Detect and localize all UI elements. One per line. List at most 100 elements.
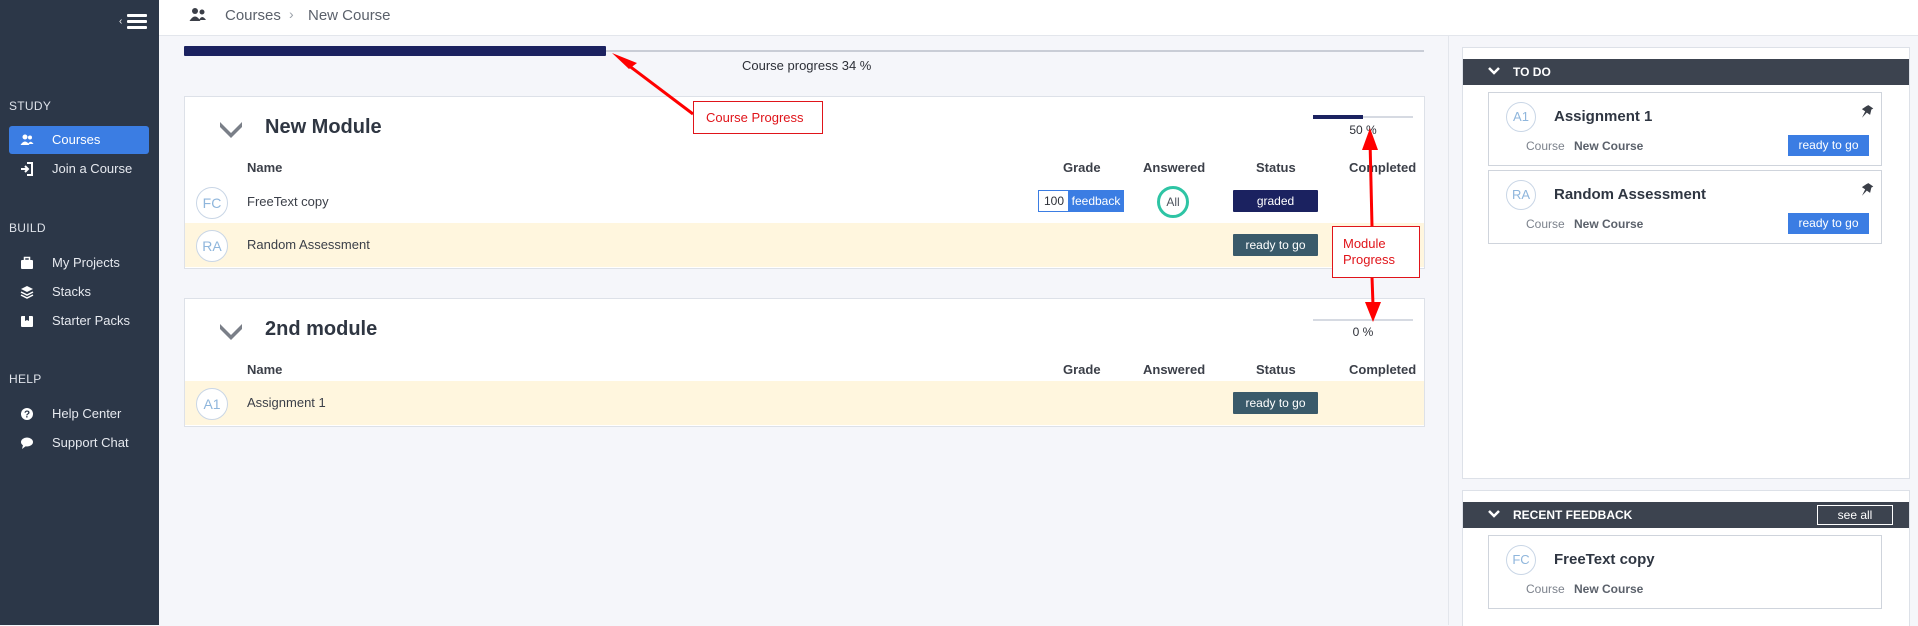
chat-icon	[21, 437, 33, 449]
avatar: A1	[196, 388, 228, 420]
module-progress-bar	[1313, 115, 1363, 119]
chevron-down-icon[interactable]	[218, 119, 244, 139]
status-badge[interactable]: ready to go	[1233, 392, 1318, 414]
box-icon	[21, 316, 33, 327]
todo-card[interactable]: A1 Assignment 1 Course New Course ready …	[1488, 92, 1882, 166]
svg-text:?: ?	[24, 410, 30, 421]
ready-to-go-button[interactable]: ready to go	[1788, 135, 1869, 156]
sidebar-item-join-a-course[interactable]: Join a Course	[9, 155, 149, 183]
table-row[interactable]: RA Random Assessment ready to go	[185, 223, 1424, 267]
avatar: RA	[1506, 180, 1536, 210]
panel-title: RECENT FEEDBACK	[1513, 508, 1633, 522]
todo-card[interactable]: RA Random Assessment Course New Course r…	[1488, 170, 1882, 244]
feedback-title[interactable]: FreeText copy	[1554, 551, 1655, 568]
annotation-label: Course Progress	[706, 110, 804, 125]
sidebar: ‹ STUDY Courses Join a Course BUILD My P…	[0, 0, 159, 625]
briefcase-icon	[21, 256, 33, 269]
recent-feedback-panel: RECENT FEEDBACK see all FC FreeText copy…	[1462, 490, 1910, 626]
sidebar-item-label: Starter Packs	[52, 313, 131, 328]
answered-badge: All	[1157, 186, 1189, 218]
sidebar-item-support-chat[interactable]: Support Chat	[9, 429, 149, 457]
course-name: New Course	[1574, 217, 1644, 231]
chevron-down-icon[interactable]	[218, 321, 244, 341]
column-header-status: Status	[1256, 362, 1296, 377]
column-header-name: Name	[247, 362, 283, 377]
course-name: New Course	[1574, 139, 1644, 153]
see-all-button[interactable]: see all	[1817, 505, 1893, 525]
column-header-completed: Completed	[1349, 362, 1417, 377]
sidebar-item-my-projects[interactable]: My Projects	[9, 249, 149, 277]
module-progress-label: 50 %	[1349, 123, 1377, 137]
avatar: RA	[196, 230, 228, 262]
course-progress-bar	[184, 46, 606, 56]
avatar: FC	[196, 187, 228, 219]
grade-value: 100	[1038, 190, 1070, 212]
course-name: New Course	[1574, 582, 1644, 596]
topbar: Courses › New Course	[159, 0, 1918, 36]
sidebar-heading-study: STUDY	[9, 99, 52, 113]
sidebar-item-label: Stacks	[52, 284, 92, 299]
sign-in-icon	[21, 162, 33, 176]
pin-icon[interactable]	[1858, 104, 1874, 120]
module-card: 2nd module 0 % Name Grade Answered Statu…	[184, 298, 1425, 427]
status-badge: graded	[1233, 190, 1318, 212]
question-icon: ?	[21, 408, 33, 421]
todo-panel-header[interactable]: TO DO	[1463, 59, 1909, 85]
sidebar-heading-build: BUILD	[9, 221, 46, 235]
sidebar-heading-help: HELP	[9, 372, 42, 386]
breadcrumb-current: New Course	[308, 7, 391, 24]
course-label: Course	[1526, 217, 1565, 231]
course-progress-label: Course progress 34 %	[742, 58, 872, 73]
row-name[interactable]: Random Assessment	[247, 237, 370, 252]
column-header-grade: Grade	[1063, 160, 1101, 175]
sidebar-item-label: Courses	[52, 132, 101, 147]
chevron-down-icon	[1488, 510, 1500, 518]
column-header-grade: Grade	[1063, 362, 1101, 377]
todo-title[interactable]: Assignment 1	[1554, 108, 1652, 125]
feedback-button[interactable]: feedback	[1068, 190, 1124, 212]
column-header-answered: Answered	[1143, 362, 1206, 377]
annotation-module-progress: Module Progress	[1332, 226, 1420, 278]
column-header-name: Name	[247, 160, 283, 175]
status-badge[interactable]: ready to go	[1233, 234, 1318, 256]
module-progress-track	[1313, 319, 1413, 321]
sidebar-item-label: My Projects	[52, 255, 120, 270]
module-progress-label: 0 %	[1352, 325, 1374, 339]
column-header-answered: Answered	[1143, 160, 1206, 175]
chevron-right-icon: ›	[289, 6, 294, 22]
sidebar-item-label: Help Center	[52, 406, 122, 421]
sidebar-item-label: Support Chat	[52, 435, 129, 450]
column-header-status: Status	[1256, 160, 1296, 175]
annotation-course-progress: Course Progress	[693, 101, 823, 134]
divider	[1448, 36, 1449, 625]
breadcrumb-courses-link[interactable]: Courses	[225, 7, 281, 24]
sidebar-item-help-center[interactable]: ? Help Center	[9, 400, 149, 428]
recent-feedback-header[interactable]: RECENT FEEDBACK see all	[1463, 502, 1909, 528]
table-row[interactable]: FC FreeText copy 100 feedback All graded	[185, 180, 1424, 224]
module-title: New Module	[265, 116, 382, 138]
row-name[interactable]: Assignment 1	[247, 395, 326, 410]
menu-toggle-icon[interactable]: ‹	[119, 14, 147, 30]
table-row[interactable]: A1 Assignment 1 ready to go	[185, 381, 1424, 425]
layers-icon	[20, 286, 34, 299]
avatar: FC	[1506, 545, 1536, 575]
users-icon	[189, 8, 206, 21]
sidebar-item-stacks[interactable]: Stacks	[9, 278, 149, 306]
module-title: 2nd module	[265, 318, 378, 340]
chevron-down-icon	[1488, 67, 1500, 75]
course-label: Course	[1526, 582, 1565, 596]
panel-title: TO DO	[1513, 65, 1551, 79]
column-header-completed: Completed	[1349, 160, 1417, 175]
sidebar-item-starter-packs[interactable]: Starter Packs	[9, 307, 149, 335]
ready-to-go-button[interactable]: ready to go	[1788, 213, 1869, 234]
feedback-card[interactable]: FC FreeText copy Course New Course	[1488, 535, 1882, 609]
sidebar-item-courses[interactable]: Courses	[9, 126, 149, 154]
users-icon	[20, 134, 34, 145]
course-label: Course	[1526, 139, 1565, 153]
annotation-label: Module Progress	[1343, 236, 1396, 267]
avatar: A1	[1506, 102, 1536, 132]
pin-icon[interactable]	[1858, 182, 1874, 198]
todo-panel: TO DO A1 Assignment 1 Course New Course …	[1462, 47, 1910, 479]
todo-title[interactable]: Random Assessment	[1554, 186, 1706, 203]
row-name[interactable]: FreeText copy	[247, 194, 329, 209]
